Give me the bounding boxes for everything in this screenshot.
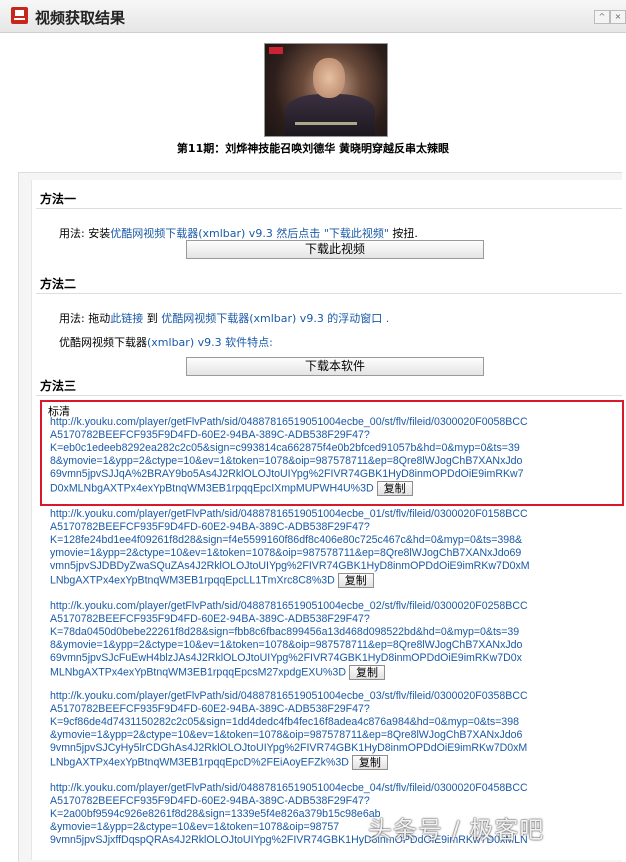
url-line[interactable]: ymovie=1&ypp=2&ctype=10&ev=1&token=1078&… [50,547,610,560]
video-segment-url[interactable]: http://k.youku.com/player/getFlvPath/sid… [50,690,610,770]
window-title: 视频获取结果 [35,9,126,27]
video-title: 第11期：刘烨神技能召唤刘德华 黄晓明穿越反串太辣眼 [176,142,450,155]
url-line[interactable]: LNbgAXTPx4exYpBtnqWM3EB1rpqqEpcLL1TmXrc8… [50,573,610,588]
url-line[interactable]: vmn5jpvSJDBDyZwaSQuZAs4J2RklOLOJtoUIYpg%… [50,560,610,573]
url-line[interactable]: 8&ymovie=1&ypp=2&ctype=10&ev=1&token=107… [50,455,610,468]
channel-logo-icon [269,47,283,54]
method1-usage: 用法: 安装优酷网视频下载器(xmlbar) v9.3 然后点击 "下载此视频"… [59,225,418,241]
usage-suffix: 按扭. [388,227,418,240]
method2-title: 方法二 [40,277,77,291]
method1-title: 方法一 [40,192,77,206]
url-line[interactable]: http://k.youku.com/player/getFlvPath/sid… [50,600,610,613]
usage-mid: 到 [143,312,162,325]
method2-features: 优酷网视频下载器(xmlbar) v9.3 软件特点: [59,334,273,350]
video-segment-url[interactable]: http://k.youku.com/player/getFlvPath/sid… [50,508,610,588]
version-text: (xmlbar) v9.3 然后点击 [198,227,324,240]
usage-prefix: 用法: 拖动 [59,312,111,325]
downloader-link[interactable]: 优酷网视频下载器 [110,227,198,240]
url-line[interactable]: K=eb0c1edeeb8292ea282c2c05&sign=c993814c… [50,442,610,455]
url-line[interactable]: http://k.youku.com/player/getFlvPath/sid… [50,782,610,795]
url-line[interactable]: A5170782BEEFCF935F9D4FD-60E2-94BA-389C-A… [50,429,610,442]
app-icon [11,7,28,24]
copy-button[interactable]: 复制 [348,665,385,680]
url-line[interactable]: A5170782BEEFCF935F9D4FD-60E2-94BA-389C-A… [50,795,610,808]
url-line[interactable]: &ymovie=1&ypp=2&ctype=10&ev=1&token=1078… [50,729,610,742]
watermark: 头条号 / 极客吧 [368,816,545,844]
title-bar: 视频获取结果 ^ × [0,0,626,33]
video-segment-url[interactable]: http://k.youku.com/player/getFlvPath/sid… [50,416,610,496]
url-line[interactable]: 69vmn5jpvSJJqA%2BRAY9bo5As4J2RklOLOJtoUI… [50,468,610,481]
url-line[interactable]: http://k.youku.com/player/getFlvPath/sid… [50,690,610,703]
url-line[interactable]: K=78da0450d0bebe22261f8d28&sign=fbb8c6fb… [50,626,610,639]
download-video-quote-link[interactable]: "下载此视频" [324,227,389,240]
downloader-link[interactable]: 优酷网视频下载器 [161,312,249,325]
download-video-button[interactable]: 下载此视频 [186,240,484,259]
copy-button[interactable]: 复制 [376,481,413,496]
minimize-button[interactable]: ^ [594,10,610,24]
method2-usage: 用法: 拖动此链接 到 优酷网视频下载器(xmlbar) v9.3 的浮动窗口 … [59,310,389,326]
url-line[interactable]: A5170782BEEFCF935F9D4FD-60E2-94BA-389C-A… [50,613,610,626]
url-line[interactable]: A5170782BEEFCF935F9D4FD-60E2-94BA-389C-A… [50,703,610,716]
copy-button[interactable]: 复制 [351,755,388,770]
download-software-button[interactable]: 下载本软件 [186,357,484,376]
method3-title: 方法三 [40,379,77,393]
features-suffix: (xmlbar) v9.3 软件特点: [147,336,273,349]
features-product: 优酷网视频下载器 [59,336,147,349]
url-line[interactable]: http://k.youku.com/player/getFlvPath/sid… [50,508,610,521]
usage-prefix: 用法: 安装 [59,227,111,240]
video-thumbnail [264,43,388,137]
url-line[interactable]: 69vmn5jpvSJcFuEwH4blzJAs4J2RklOLOJtoUIYp… [50,652,610,665]
close-button[interactable]: × [610,10,626,24]
usage-suffix: (xmlbar) v9.3 的浮动窗口 . [249,312,390,325]
url-line[interactable]: K=128fe24bd1ee4f09261f8d28&sign=f4e55991… [50,534,610,547]
url-line[interactable]: 9vmn5jpvSJCyHy5lrCDGhAs4J2RklOLOJtoUIYpg… [50,742,610,755]
url-line[interactable]: 8&ymovie=1&ypp=2&ctype=10&ev=1&token=107… [50,639,610,652]
url-line[interactable]: A5170782BEEFCF935F9D4FD-60E2-94BA-389C-A… [50,521,610,534]
url-line[interactable]: LNbgAXTPx4exYpBtnqWM3EB1rpqqEpcD%2FEiAoy… [50,755,610,770]
drag-link[interactable]: 此链接 [110,312,143,325]
video-segment-url[interactable]: http://k.youku.com/player/getFlvPath/sid… [50,600,610,680]
url-line[interactable]: MLNbgAXTPx4exYpBtnqWM3EB1rpqqEpcsM27xpdg… [50,665,610,680]
copy-button[interactable]: 复制 [337,573,374,588]
url-line[interactable]: K=9cf86de4d7431150282c2c05&sign=1dd4dedc… [50,716,610,729]
divider [36,395,622,396]
url-line[interactable]: http://k.youku.com/player/getFlvPath/sid… [50,416,610,429]
divider [36,293,622,294]
url-line[interactable]: D0xMLNbgAXTPx4exYpBtnqWM3EB1rpqqEpcIXmpM… [50,481,610,496]
divider [36,208,622,209]
